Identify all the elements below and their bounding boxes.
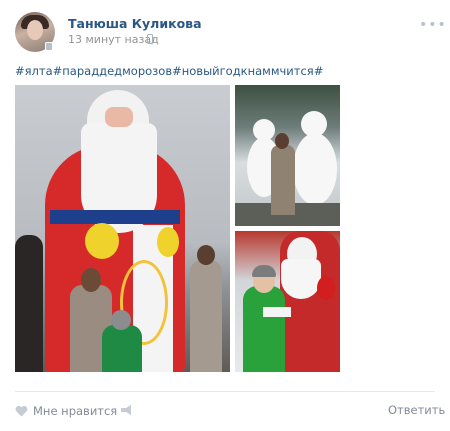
- santa-mitten-shape: [85, 223, 119, 259]
- photo-person-hat: [252, 265, 276, 277]
- photo-person: [15, 235, 43, 372]
- like-label: Мне нравится: [33, 404, 118, 418]
- santa-face-shape: [105, 107, 133, 127]
- more-options-icon[interactable]: •••: [419, 17, 447, 33]
- like-button[interactable]: Мне нравится: [15, 403, 117, 419]
- mobile-phone-icon: [147, 34, 153, 44]
- santa-beard-shape: [281, 259, 321, 299]
- photo-person-head: [275, 133, 289, 149]
- photo-person: [190, 260, 222, 372]
- photo-person-head: [197, 245, 215, 265]
- post-photo-1[interactable]: [15, 85, 230, 372]
- photo-person: [271, 145, 295, 215]
- photo-person-head: [81, 268, 101, 292]
- photo-person-head: [111, 310, 131, 330]
- photo-person: [243, 286, 285, 372]
- reply-button[interactable]: Ответить: [388, 403, 445, 417]
- avatar-face: [27, 20, 43, 40]
- photo-card-shape: [263, 307, 291, 317]
- post-photo-2[interactable]: [235, 85, 340, 226]
- snowman-body-shape: [293, 133, 337, 205]
- wall-post: Танюша Куликова 13 минут назад ••• #ялта…: [0, 0, 450, 431]
- share-icon[interactable]: [120, 404, 134, 416]
- santa-mitten-shape: [157, 227, 179, 257]
- photo-person: [102, 325, 142, 372]
- heart-icon: [15, 405, 28, 417]
- post-photo-3[interactable]: [235, 231, 340, 372]
- post-time[interactable]: 13 минут назад: [68, 33, 159, 46]
- post-hashtags[interactable]: #ялта#парaддедморозов#новыйгодкнаммчится…: [15, 64, 323, 78]
- santa-belt-shape: [50, 210, 180, 224]
- author-name-link[interactable]: Танюша Куликова: [68, 16, 202, 31]
- santa-mitten-shape: [317, 276, 335, 300]
- online-mobile-icon: [45, 42, 53, 51]
- actions-divider: [15, 391, 435, 392]
